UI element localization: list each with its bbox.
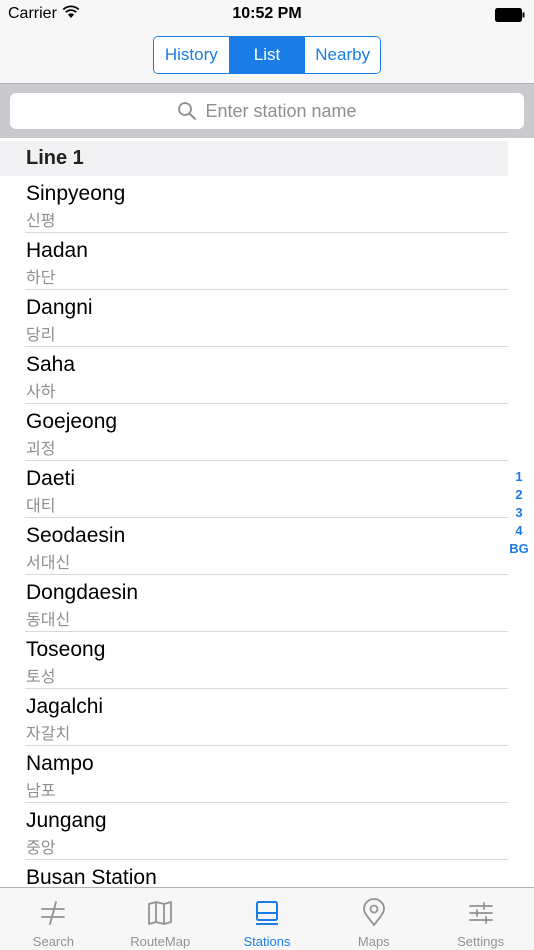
station-korean-name: 서대신 — [26, 555, 71, 572]
segment-list[interactable]: List — [229, 37, 306, 73]
station-row[interactable]: Dongdaesin 동대신 — [0, 575, 534, 632]
station-korean-name: 동대신 — [26, 612, 71, 629]
station-korean-name: 남포 — [26, 783, 56, 800]
station-name: Hadan — [26, 239, 88, 262]
tab-label: Stations — [243, 934, 291, 949]
station-korean-name: 당리 — [26, 327, 56, 344]
navigation-bar: History List Nearby — [0, 30, 534, 84]
station-row[interactable]: Busan Station — [0, 860, 534, 887]
search-arrows-icon — [41, 901, 66, 925]
index-item[interactable]: 1 — [515, 468, 522, 486]
station-korean-name: 중앙 — [26, 840, 56, 857]
tab-label: Search — [32, 934, 74, 949]
station-korean-name: 대티 — [26, 498, 56, 515]
station-row[interactable]: Jagalchi 자갈치 — [0, 689, 534, 746]
station-name: Dongdaesin — [26, 581, 139, 604]
tab-bar: Search RouteMap Stations Maps Settings — [0, 887, 534, 950]
station-name: Seodaesin — [26, 524, 126, 547]
section-index-bar[interactable]: 1 2 3 4 BG — [504, 468, 534, 558]
station-name: Dangni — [26, 296, 93, 319]
tab-label: RouteMap — [130, 934, 191, 949]
index-item[interactable]: BG — [509, 540, 529, 558]
tab-label: Settings — [457, 934, 505, 949]
tab-label: Maps — [357, 934, 390, 949]
clock: 10:52 PM — [232, 5, 302, 22]
sliders-icon — [468, 902, 493, 924]
station-name: Busan Station — [26, 866, 157, 887]
view-mode-segmented-control: History List Nearby — [153, 36, 381, 74]
search-input[interactable]: Enter station name — [10, 93, 524, 129]
station-korean-name: 사하 — [26, 384, 56, 401]
station-korean-name: 토성 — [26, 669, 56, 686]
station-row[interactable]: Dangni 당리 — [0, 290, 534, 347]
station-name: Goejeong — [26, 410, 118, 433]
station-name: Jagalchi — [26, 695, 104, 718]
station-row[interactable]: Jungang 중앙 — [0, 803, 534, 860]
tab-maps[interactable]: Maps — [320, 888, 427, 950]
tab-settings[interactable]: Settings — [427, 888, 534, 950]
section-header: Line 1 — [0, 141, 508, 176]
tab-stations[interactable]: Stations — [214, 888, 321, 950]
station-name: Sinpyeong — [26, 182, 126, 205]
tab-routemap[interactable]: RouteMap — [107, 888, 214, 950]
station-korean-name: 자갈치 — [26, 726, 71, 743]
station-name: Nampo — [26, 752, 94, 775]
station-row[interactable]: Goejeong 괴정 — [0, 404, 534, 461]
search-placeholder: Enter station name — [205, 100, 357, 121]
station-row[interactable]: Nampo 남포 — [0, 746, 534, 803]
map-icon — [148, 901, 173, 925]
station-row[interactable]: Daeti 대티 — [0, 461, 534, 518]
station-row[interactable]: Toseong 토성 — [0, 632, 534, 689]
station-row[interactable]: Seodaesin 서대신 — [0, 518, 534, 575]
station-korean-name: 하단 — [26, 270, 56, 287]
status-bar: Carrier 10:52 PM — [0, 0, 534, 30]
search-bar: Enter station name — [0, 84, 534, 138]
location-pin-icon — [362, 898, 385, 927]
station-name: Daeti — [26, 467, 76, 490]
station-row[interactable]: Sinpyeong 신평 — [0, 176, 534, 233]
station-name: Saha — [26, 353, 76, 376]
station-name: Jungang — [26, 809, 107, 832]
stations-icon — [255, 901, 278, 925]
station-korean-name: 괴정 — [26, 441, 56, 458]
index-item[interactable]: 3 — [515, 504, 522, 522]
index-item[interactable]: 4 — [515, 522, 522, 540]
station-row[interactable]: Saha 사하 — [0, 347, 534, 404]
station-list[interactable]: Line 1 Sinpyeong 신평 Hadan 하단 Dangni 당리 S… — [0, 138, 534, 887]
segment-nearby[interactable]: Nearby — [305, 37, 380, 73]
tab-search[interactable]: Search — [0, 888, 107, 950]
index-item[interactable]: 2 — [515, 486, 522, 504]
station-row[interactable]: Hadan 하단 — [0, 233, 534, 290]
segment-history[interactable]: History — [154, 37, 230, 73]
station-name: Toseong — [26, 638, 106, 661]
search-icon — [178, 102, 197, 120]
battery-icon — [495, 8, 525, 22]
station-korean-name: 신평 — [26, 213, 56, 230]
